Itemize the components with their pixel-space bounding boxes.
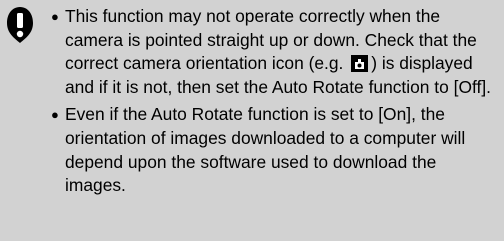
note-bullet-list: ● This function may not operate correctl…	[51, 5, 498, 198]
camera-orientation-icon	[351, 55, 369, 73]
caution-icon	[7, 7, 33, 43]
note-item-auto-rotate: ● Even if the Auto Rotate function is se…	[51, 103, 498, 197]
bullet-dot: ●	[51, 9, 59, 24]
caution-note: ● This function may not operate correctl…	[0, 0, 504, 241]
bullet-dot: ●	[51, 107, 59, 123]
note-text: Even if the Auto Rotate function is set …	[65, 104, 466, 196]
note-item-orientation: ● This function may not operate correctl…	[51, 5, 498, 99]
